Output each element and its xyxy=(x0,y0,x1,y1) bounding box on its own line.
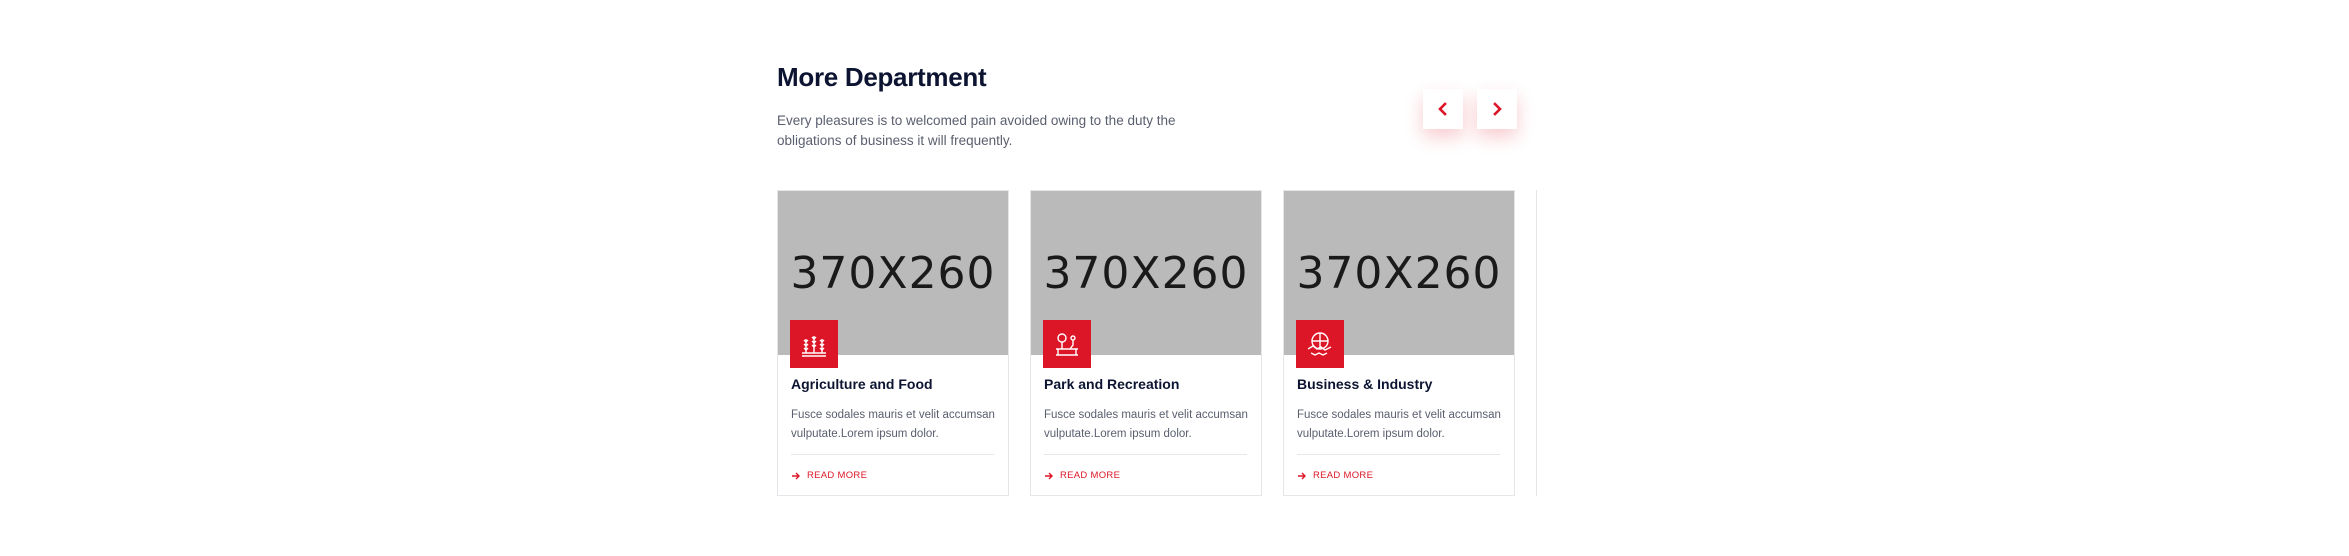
arrow-right-icon xyxy=(1045,472,1053,479)
carousel-next-button[interactable] xyxy=(1477,89,1517,129)
department-card[interactable]: 370X260 Agriculture and Food Fusce sodal… xyxy=(777,190,1009,496)
card-divider xyxy=(1297,454,1500,455)
card-description: Fusce sodales mauris et velit accumsan v… xyxy=(1297,409,1501,440)
card-description: Fusce sodales mauris et velit accumsan v… xyxy=(791,409,995,440)
read-more-label: READ MORE xyxy=(1060,470,1121,481)
card-title: Business & Industry xyxy=(1297,376,1433,392)
department-card[interactable]: 370X260 Park and Recreation Fusce sodale… xyxy=(1030,190,1262,496)
handshake-icon xyxy=(1307,332,1332,356)
read-more-label: READ MORE xyxy=(807,470,868,481)
wheat-field-icon xyxy=(802,336,826,357)
card-description: Fusce sodales mauris et velit accumsan v… xyxy=(1044,409,1248,440)
card-icon-badge xyxy=(1043,320,1091,368)
section-subtitle: Every pleasures is to welcomed pain avoi… xyxy=(777,113,1176,148)
arrow-right-icon xyxy=(792,472,800,479)
carousel-prev-button[interactable] xyxy=(1423,89,1463,129)
card-title: Park and Recreation xyxy=(1044,376,1180,392)
read-more-link[interactable]: READ MORE xyxy=(1297,470,1373,481)
read-more-link[interactable]: READ MORE xyxy=(791,470,867,481)
park-bench-icon xyxy=(1056,333,1078,356)
card-divider xyxy=(1044,454,1247,455)
card-title: Agriculture and Food xyxy=(791,376,933,392)
arrow-right-icon xyxy=(1298,472,1306,479)
read-more-label: READ MORE xyxy=(1313,470,1374,481)
read-more-link[interactable]: READ MORE xyxy=(1044,470,1120,481)
chevron-left-icon xyxy=(1438,102,1447,116)
chevron-right-icon xyxy=(1493,102,1502,116)
department-card[interactable]: 370X260 Business & Industry Fusce sodale… xyxy=(1283,190,1515,496)
section-title: More Department xyxy=(777,62,987,92)
card-icon-badge xyxy=(790,320,838,368)
next-card-edge xyxy=(1536,190,1537,496)
card-divider xyxy=(791,454,994,455)
card-icon-badge xyxy=(1296,320,1344,368)
